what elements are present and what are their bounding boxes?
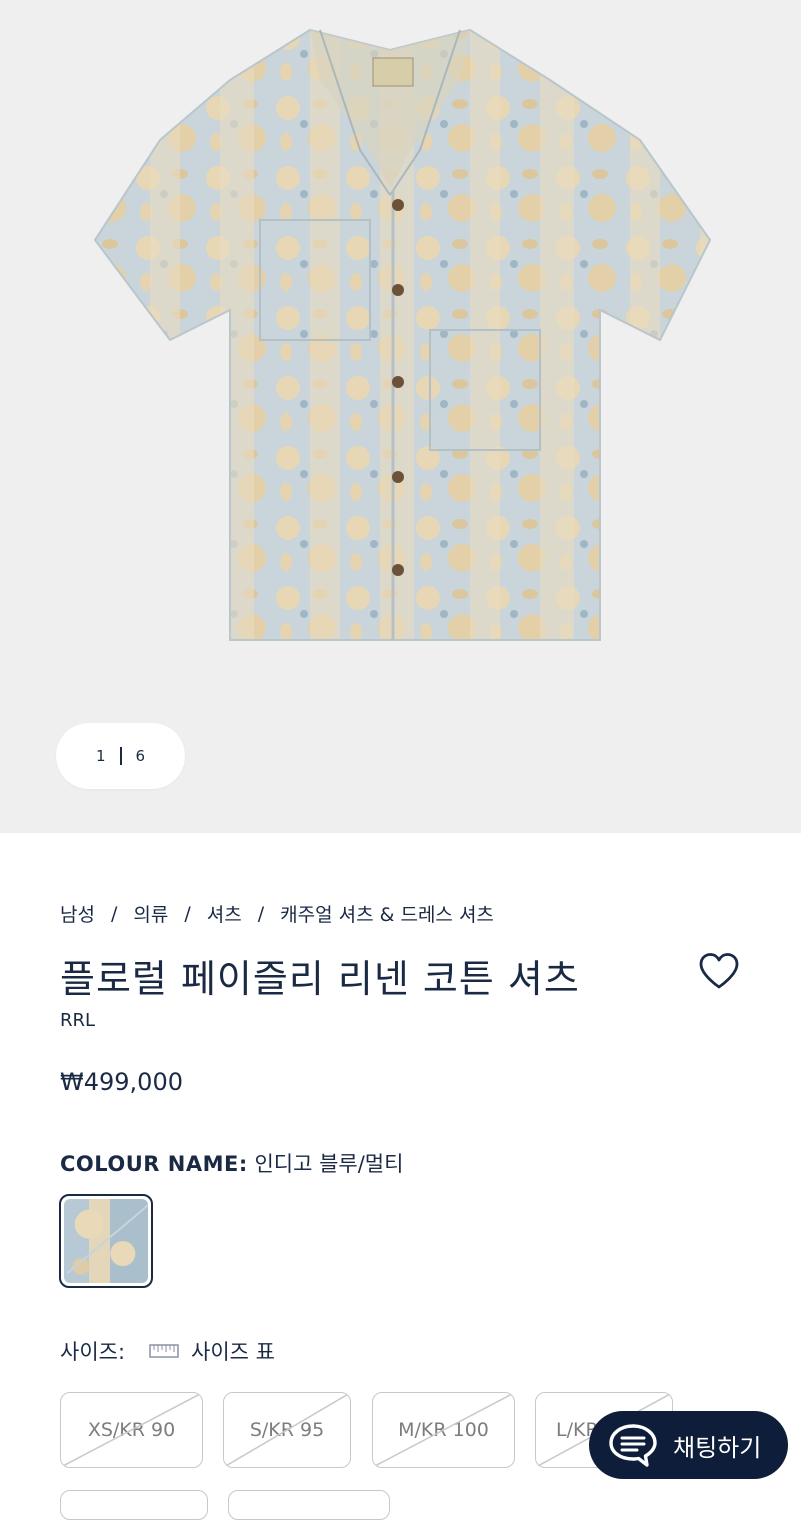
product-image (93, 28, 712, 641)
breadcrumb-separator: / (184, 902, 191, 925)
size-option-next-row[interactable] (60, 1490, 208, 1520)
chat-bubble-icon (609, 1424, 657, 1467)
breadcrumb: 남성 / 의류 / 셔츠 / 캐주얼 셔츠 & 드레스 셔츠 (60, 900, 494, 927)
product-image-gallery[interactable]: 1 6 (0, 0, 801, 833)
colour-swatch-selected[interactable] (59, 1194, 153, 1288)
breadcrumb-separator: / (257, 902, 265, 925)
chat-button[interactable]: 채팅하기 (589, 1411, 788, 1479)
unavailable-strike (224, 1393, 350, 1467)
pager-total: 6 (135, 747, 146, 765)
size-option-s[interactable]: S/KR 95 (223, 1392, 351, 1468)
colour-label: COLOUR NAME: (60, 1152, 248, 1176)
product-title: 플로럴 페이즐리 리넨 코튼 셔츠 (60, 957, 580, 1001)
swatch-image (64, 1199, 148, 1283)
image-pager: 1 6 (56, 723, 185, 789)
breadcrumb-item-casual-dress-shirts[interactable]: 캐주얼 셔츠 & 드레스 셔츠 (280, 900, 494, 927)
size-label: 사이즈: (60, 1340, 126, 1364)
colour-name-row: COLOUR NAME: 인디고 블루/멀티 (60, 1148, 403, 1178)
pager-current: 1 (95, 747, 106, 765)
size-row: 사이즈: 사이즈 표 (60, 1336, 275, 1366)
ruler-icon (149, 1344, 179, 1358)
breadcrumb-separator: / (110, 902, 118, 925)
chat-label: 채팅하기 (673, 1433, 762, 1462)
pager-divider (119, 747, 122, 765)
unavailable-strike (61, 1393, 202, 1467)
breadcrumb-item-shirts[interactable]: 셔츠 (207, 900, 242, 927)
wishlist-button[interactable] (694, 948, 744, 994)
breadcrumb-item-men[interactable]: 남성 (60, 900, 95, 927)
heart-outline-icon (699, 953, 739, 989)
unavailable-strike (373, 1393, 514, 1467)
size-chart-label: 사이즈 표 (191, 1340, 276, 1364)
size-option-xs[interactable]: XS/KR 90 (60, 1392, 203, 1468)
product-price: ₩499,000 (60, 1068, 183, 1096)
size-option-m[interactable]: M/KR 100 (372, 1392, 515, 1468)
product-brand: RRL (60, 1010, 96, 1031)
size-chart-link[interactable]: 사이즈 표 (149, 1336, 275, 1366)
breadcrumb-item-clothing[interactable]: 의류 (133, 900, 168, 927)
colour-value: 인디고 블루/멀티 (254, 1152, 404, 1176)
size-option-next-row[interactable] (228, 1490, 390, 1520)
